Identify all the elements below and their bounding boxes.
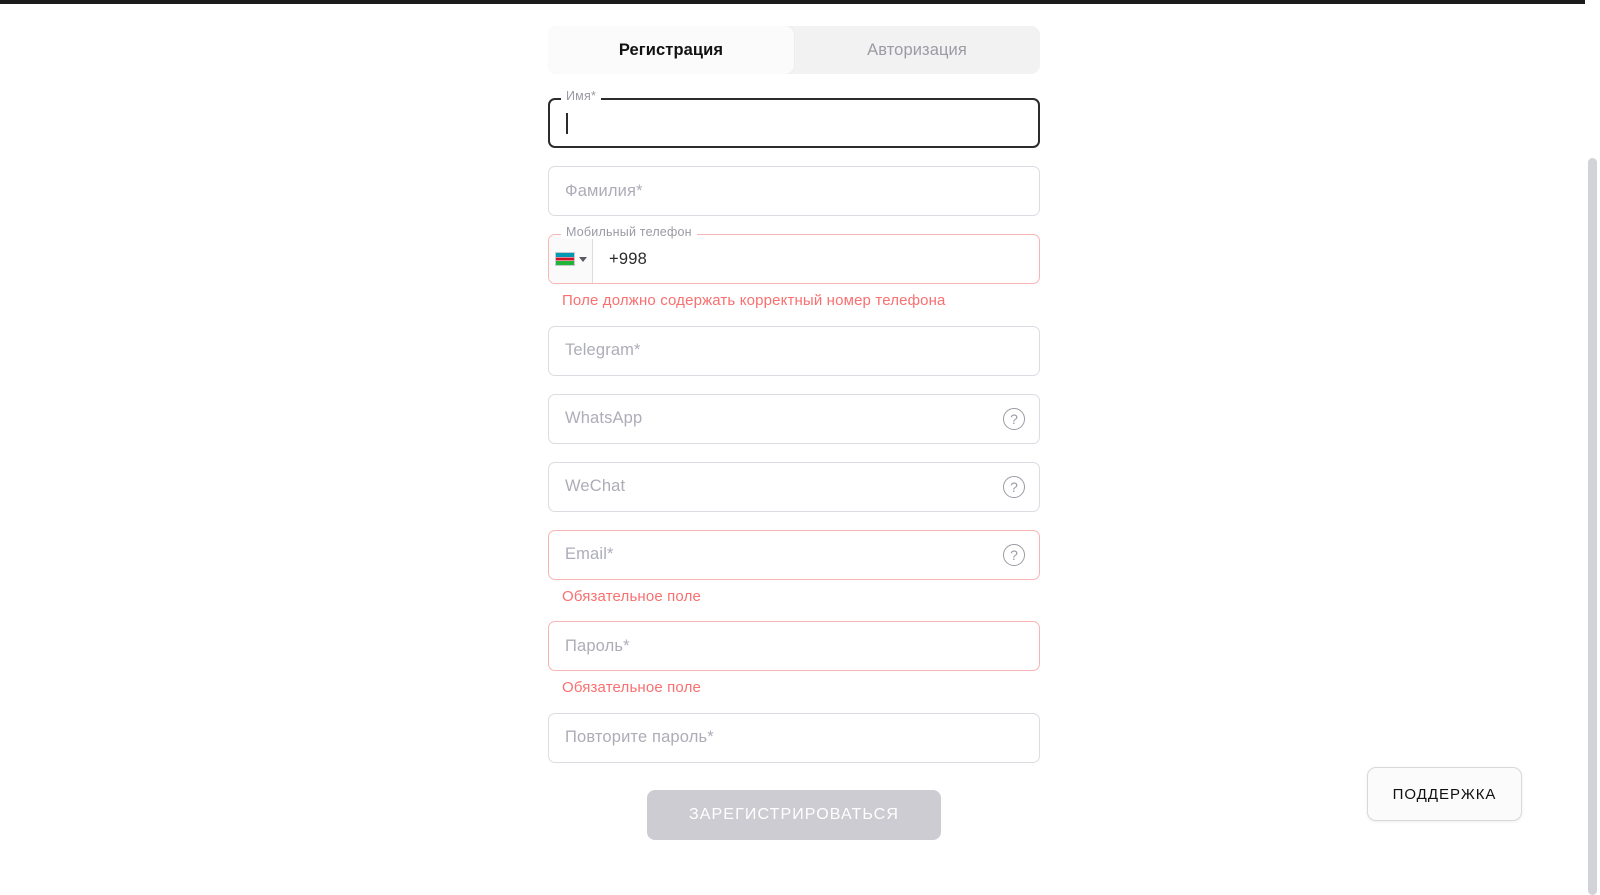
password-repeat-input[interactable]: Повторите пароль* <box>548 712 1040 763</box>
submit-row: ЗАРЕГИСТРИРОВАТЬСЯ <box>548 789 1040 840</box>
email-help-icon[interactable]: ? <box>1003 543 1025 566</box>
country-select[interactable] <box>549 235 593 283</box>
field-wechat: WeChat ? <box>548 461 1040 512</box>
tab-authorization[interactable]: Авторизация <box>794 26 1040 74</box>
password-repeat-placeholder: Повторите пароль* <box>565 728 714 747</box>
chevron-down-icon <box>578 256 587 262</box>
field-email: Email* ? <box>548 529 1040 580</box>
wechat-help-icon[interactable]: ? <box>1003 475 1025 498</box>
password-input[interactable]: Пароль* <box>548 621 1040 671</box>
field-first-name: Имя* <box>548 90 1040 148</box>
email-placeholder: Email* <box>565 545 614 564</box>
field-phone: Мобильный телефон +998 <box>548 226 1040 284</box>
page-scrollbar-track[interactable] <box>1585 0 1600 895</box>
whatsapp-help-icon[interactable]: ? <box>1003 407 1025 430</box>
telegram-input[interactable]: Telegram* <box>548 325 1040 376</box>
last-name-input[interactable]: Фамилия* <box>548 166 1040 216</box>
register-button[interactable]: ЗАРЕГИСТРИРОВАТЬСЯ <box>647 789 941 840</box>
registration-page: Регистрация Авторизация Имя* Фамилия* Мо… <box>0 0 1600 895</box>
uzbekistan-flag-icon <box>554 252 575 266</box>
registration-form: Регистрация Авторизация Имя* Фамилия* Мо… <box>548 26 1040 840</box>
phone-error-message: Поле должно содержать корректный номер т… <box>562 292 946 309</box>
telegram-placeholder: Telegram* <box>565 341 641 360</box>
field-password: Пароль* <box>548 621 1040 671</box>
page-scrollbar-thumb[interactable] <box>1588 158 1597 895</box>
field-password-repeat: Повторите пароль* <box>548 712 1040 763</box>
password-error-message: Обязательное поле <box>562 679 701 696</box>
field-last-name: Фамилия* <box>548 166 1040 216</box>
text-caret <box>566 112 568 134</box>
field-whatsapp: WhatsApp ? <box>548 393 1040 444</box>
first-name-input[interactable] <box>548 98 1040 148</box>
email-input[interactable]: Email* ? <box>548 529 1040 580</box>
whatsapp-input[interactable]: WhatsApp ? <box>548 393 1040 444</box>
first-name-label: Имя* <box>561 90 602 103</box>
whatsapp-placeholder: WhatsApp <box>565 409 643 428</box>
tab-registration[interactable]: Регистрация <box>548 26 794 74</box>
phone-value: +998 <box>609 249 647 268</box>
support-button[interactable]: ПОДДЕРЖКА <box>1367 767 1522 821</box>
phone-label: Мобильный телефон <box>561 226 697 239</box>
password-placeholder: Пароль* <box>565 636 630 655</box>
top-accent-bar <box>0 0 1600 4</box>
auth-tabs: Регистрация Авторизация <box>548 26 1040 74</box>
wechat-input[interactable]: WeChat ? <box>548 461 1040 512</box>
last-name-placeholder: Фамилия* <box>565 181 643 200</box>
email-error-message: Обязательное поле <box>562 587 701 605</box>
field-telegram: Telegram* <box>548 325 1040 376</box>
phone-input[interactable]: +998 <box>548 234 1040 284</box>
wechat-placeholder: WeChat <box>565 477 626 496</box>
